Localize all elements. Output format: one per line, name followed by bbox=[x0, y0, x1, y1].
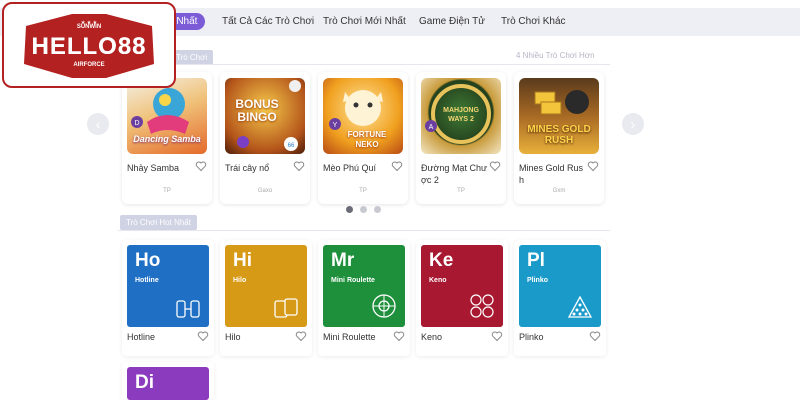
quick-game-card[interactable]: Ho Hotline Hotline bbox=[122, 240, 214, 356]
quick-game-card[interactable]: Ke Keno Keno bbox=[416, 240, 508, 356]
favorite-heart-icon[interactable] bbox=[489, 160, 501, 172]
featured-section-label: Trò Chơi bbox=[170, 50, 214, 65]
dice-tile: Di bbox=[127, 367, 209, 400]
tile-abbreviation: Mr bbox=[331, 250, 355, 271]
favorite-heart-icon[interactable] bbox=[295, 330, 307, 342]
tile-title: Mini Roulette bbox=[331, 277, 375, 284]
keno-tile: Ke Keno bbox=[421, 245, 503, 327]
quick-game-card[interactable]: Mr Mini Roulette Mini Roulette bbox=[318, 240, 410, 356]
svg-text:Y: Y bbox=[333, 122, 338, 129]
tab-other-games[interactable]: Trò Chơi Khác bbox=[501, 16, 566, 27]
tile-abbreviation: Ho bbox=[135, 250, 161, 271]
game-art-title: MAHJONG WAYS 2 bbox=[443, 107, 479, 123]
brand-logo[interactable]: ★ ★ ★ SUNWIN HELLO88 AIRFORCE bbox=[2, 2, 176, 88]
hot-games-section-label: Trò Chơi Hot Nhất bbox=[120, 215, 197, 230]
tile-title: Keno bbox=[429, 277, 447, 284]
tab-slot-games[interactable]: Game Điện Tử bbox=[419, 16, 485, 27]
carousel-next-arrow[interactable]: › bbox=[622, 113, 644, 135]
quick-game-card[interactable]: Di bbox=[122, 362, 214, 400]
carousel-prev-arrow[interactable]: ‹ bbox=[87, 113, 109, 135]
game-card[interactable]: A MAHJONG WAYS 2 Đường Mạt Chư ợc 2 TP bbox=[416, 72, 506, 204]
quick-game-name: Keno bbox=[421, 332, 443, 342]
game-name: Đường Mạt Chư ợc 2 bbox=[421, 163, 487, 185]
tab-all-games[interactable]: Tất Cả Các Trò Chơi bbox=[222, 16, 314, 27]
carousel-dot[interactable] bbox=[346, 206, 353, 213]
game-art-title: BONUS BINGO bbox=[235, 97, 279, 124]
quick-game-card[interactable]: Pl Plinko Plinko bbox=[514, 240, 606, 356]
game-card[interactable]: MINES GOLD RUSH Mines Gold Rus h Gxm bbox=[514, 72, 604, 204]
favorite-heart-icon[interactable] bbox=[391, 160, 403, 172]
quick-game-name: Mini Roulette bbox=[323, 332, 376, 342]
plinko-pyramid-icon bbox=[567, 295, 593, 318]
game-art-title: FORTUNE NEKO bbox=[347, 130, 387, 149]
quick-game-name: Plinko bbox=[519, 332, 544, 342]
game-card[interactable]: 66 BONUS BINGO Trái cây nổ Gaxo bbox=[220, 72, 310, 204]
favorite-heart-icon[interactable] bbox=[587, 160, 599, 172]
quick-game-name: Hilo bbox=[225, 332, 241, 342]
svg-text:A: A bbox=[429, 124, 434, 131]
game-provider: Gxm bbox=[552, 188, 566, 194]
game-name: Mèo Phú Quí bbox=[323, 163, 377, 173]
game-card[interactable]: D Dancing Samba Nhảy Samba TP bbox=[122, 72, 212, 204]
game-art-title: MINES GOLD RUSH bbox=[527, 124, 591, 146]
favorite-heart-icon[interactable] bbox=[195, 160, 207, 172]
featured-divider bbox=[118, 64, 610, 65]
keno-balls-icon bbox=[470, 294, 494, 318]
favorite-heart-icon[interactable] bbox=[293, 160, 305, 172]
quick-game-name: Hotline bbox=[127, 332, 156, 342]
hot-games-divider bbox=[118, 230, 610, 231]
logo-main-text: HELLO88 bbox=[31, 33, 147, 60]
game-name: Trái cây nổ bbox=[225, 163, 270, 173]
mines-gold-rush-thumbnail: MINES GOLD RUSH bbox=[519, 78, 599, 154]
carousel-dot[interactable] bbox=[360, 206, 367, 213]
fortune-neko-thumbnail: Y FORTUNE NEKO bbox=[323, 78, 403, 154]
favorite-heart-icon[interactable] bbox=[393, 330, 405, 342]
game-card[interactable]: Y FORTUNE NEKO Mèo Phú Quí TP bbox=[318, 72, 408, 204]
hotline-tile: Ho Hotline bbox=[127, 245, 209, 327]
favorite-heart-icon[interactable] bbox=[491, 330, 503, 342]
cards-icon bbox=[274, 298, 298, 318]
tile-abbreviation: Ke bbox=[429, 250, 454, 271]
game-provider: TP bbox=[457, 188, 465, 194]
mini-roulette-tile: Mr Mini Roulette bbox=[323, 245, 405, 327]
game-provider: Gaxo bbox=[257, 188, 273, 194]
tile-title: Hotline bbox=[135, 277, 159, 284]
logo-bottom-text: AIRFORCE bbox=[73, 62, 105, 68]
quick-game-card[interactable]: Hi Hilo Hilo bbox=[220, 240, 312, 356]
bonus-bingo-thumbnail: 66 BONUS BINGO bbox=[225, 78, 305, 154]
more-games-link[interactable]: 4 Nhiều Trò Chơi Hơn bbox=[516, 51, 595, 60]
mahjong-ways-thumbnail: A MAHJONG WAYS 2 bbox=[421, 78, 501, 154]
game-provider: TP bbox=[163, 188, 171, 194]
game-provider: TP bbox=[359, 188, 367, 194]
tile-abbreviation: Di bbox=[135, 372, 154, 393]
hilo-tile: Hi Hilo bbox=[225, 245, 307, 327]
tile-title: Plinko bbox=[527, 277, 549, 284]
svg-text:D: D bbox=[134, 120, 139, 127]
plinko-tile: Pl Plinko bbox=[519, 245, 601, 327]
tab-newest-games[interactable]: Trò Chơi Mới Nhất bbox=[323, 16, 406, 27]
game-name: Mines Gold Rus h bbox=[519, 163, 584, 185]
roulette-icon bbox=[372, 294, 396, 318]
game-name: Nhảy Samba bbox=[127, 163, 180, 173]
favorite-heart-icon[interactable] bbox=[589, 330, 601, 342]
favorite-heart-icon[interactable] bbox=[197, 330, 209, 342]
game-art-title: Dancing Samba bbox=[133, 134, 201, 144]
svg-text:66: 66 bbox=[288, 143, 295, 149]
hotline-icon bbox=[176, 300, 200, 318]
logo-top-text: SUNWIN bbox=[76, 24, 102, 30]
tile-abbreviation: Pl bbox=[527, 250, 545, 271]
tile-abbreviation: Hi bbox=[233, 250, 252, 271]
carousel-dot[interactable] bbox=[374, 206, 381, 213]
tile-title: Hilo bbox=[233, 277, 247, 284]
